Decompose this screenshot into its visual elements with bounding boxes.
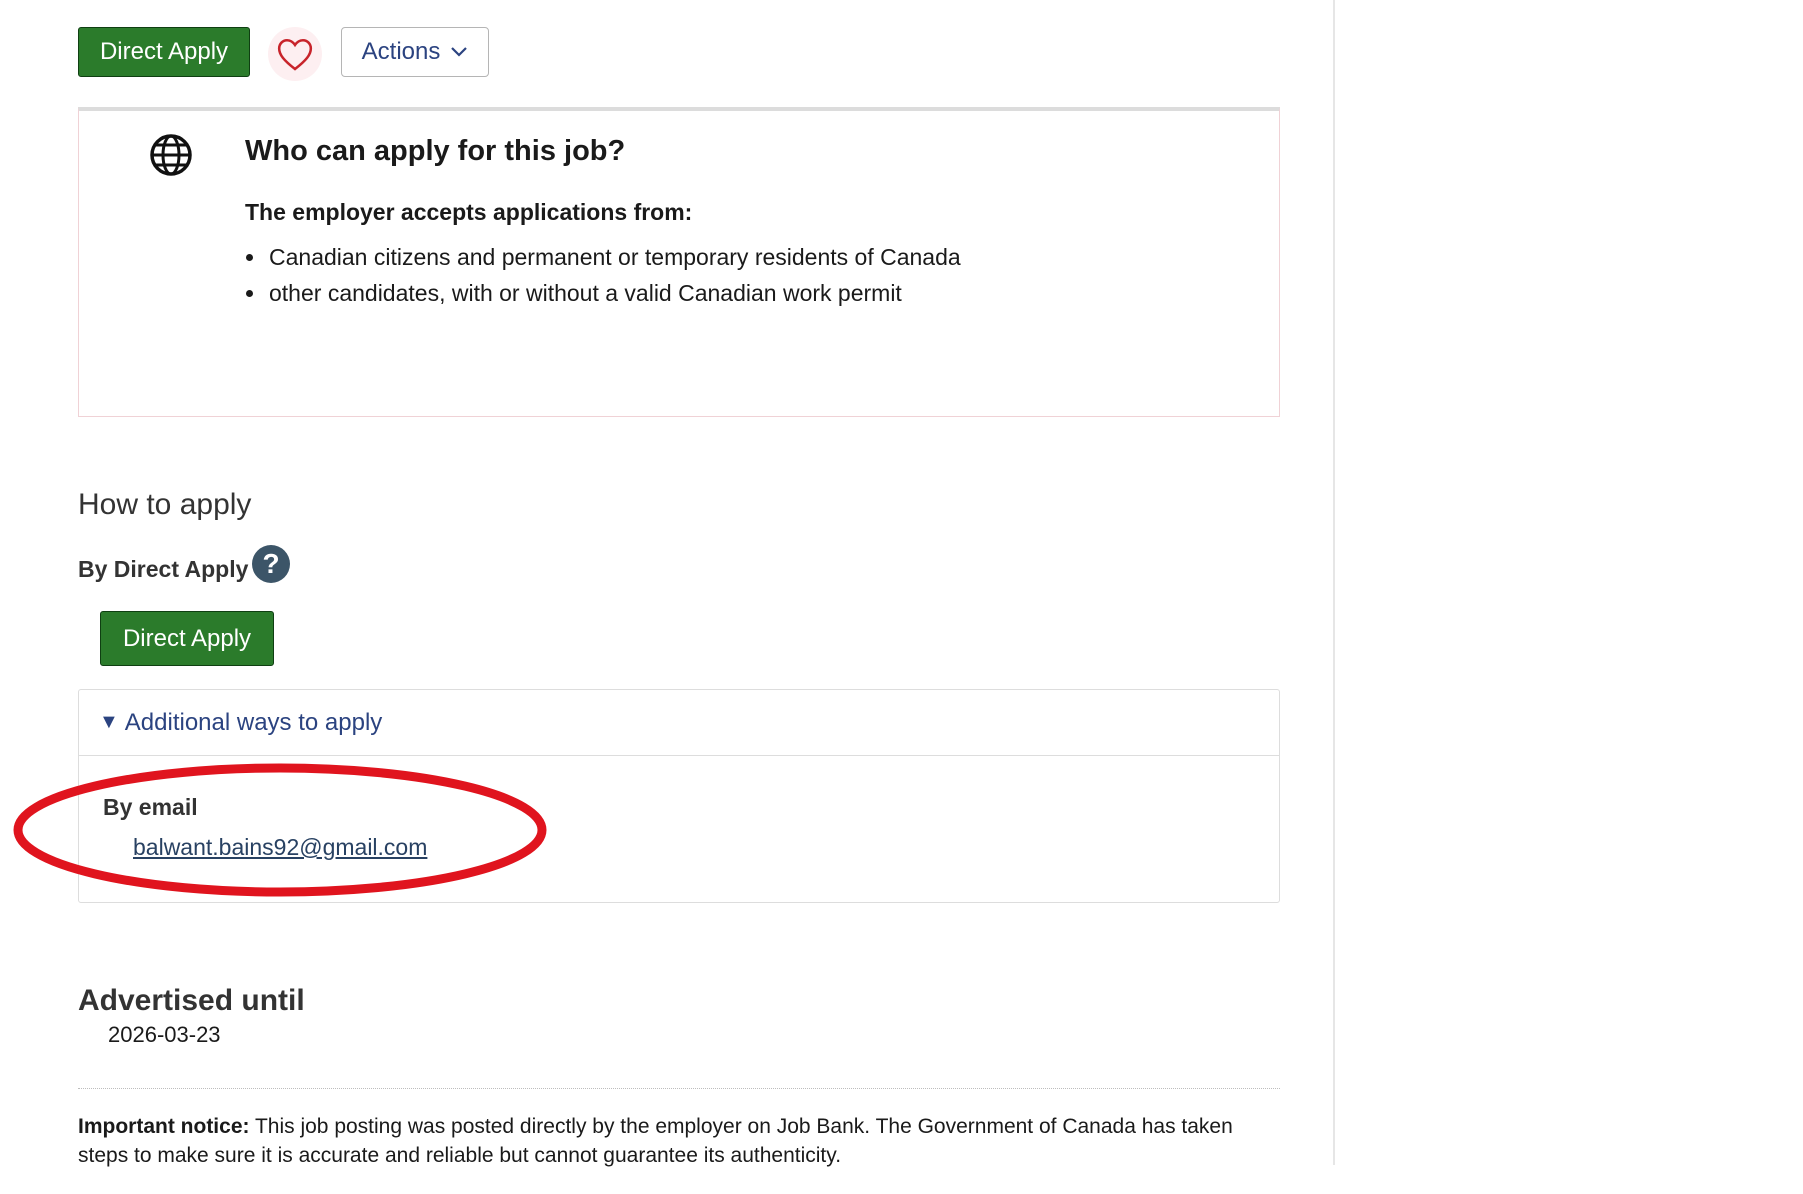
additional-ways-label: Additional ways to apply	[124, 708, 383, 736]
by-email-label: By email	[103, 794, 198, 820]
who-can-apply-panel: Who can apply for this job? The employer…	[78, 107, 1280, 417]
notice-label: Important notice:	[78, 1115, 250, 1138]
important-notice: Important notice: This job posting was p…	[78, 1112, 1280, 1170]
list-item: Canadian citizens and permanent or tempo…	[267, 239, 961, 275]
chevron-down-icon	[451, 47, 468, 57]
job-posting-page: Direct Apply Actions Who can apply for t…	[0, 0, 1803, 1194]
how-to-apply-heading: How to apply	[78, 488, 252, 521]
actions-dropdown-button[interactable]: Actions	[341, 27, 489, 77]
by-direct-apply-label: By Direct Apply	[78, 556, 249, 582]
who-can-apply-title: Who can apply for this job?	[245, 135, 626, 167]
direct-apply-button-secondary[interactable]: Direct Apply	[100, 611, 274, 666]
question-icon[interactable]: ?	[252, 545, 290, 583]
list-item: other candidates, with or without a vali…	[267, 275, 961, 311]
additional-ways-panel: ▼ Additional ways to apply By email balw…	[78, 689, 1280, 903]
divider	[78, 1088, 1280, 1089]
heart-icon	[277, 38, 313, 71]
direct-apply-button[interactable]: Direct Apply	[78, 27, 250, 77]
column-divider	[1333, 0, 1335, 1165]
advertised-until-date: 2026-03-23	[108, 1022, 221, 1047]
eligibility-list: Canadian citizens and permanent or tempo…	[245, 239, 961, 311]
globe-icon	[150, 134, 192, 176]
additional-ways-toggle[interactable]: ▼ Additional ways to apply	[79, 690, 1279, 756]
email-link[interactable]: balwant.bains92@gmail.com	[133, 834, 427, 861]
save-favourite-button[interactable]	[268, 27, 322, 81]
actions-label: Actions	[361, 38, 441, 65]
advertised-until-heading: Advertised until	[78, 984, 305, 1017]
triangle-down-icon: ▼	[99, 711, 119, 733]
notice-text: This job posting was posted directly by …	[78, 1115, 1233, 1167]
accepts-applications-label: The employer accepts applications from:	[245, 199, 693, 225]
